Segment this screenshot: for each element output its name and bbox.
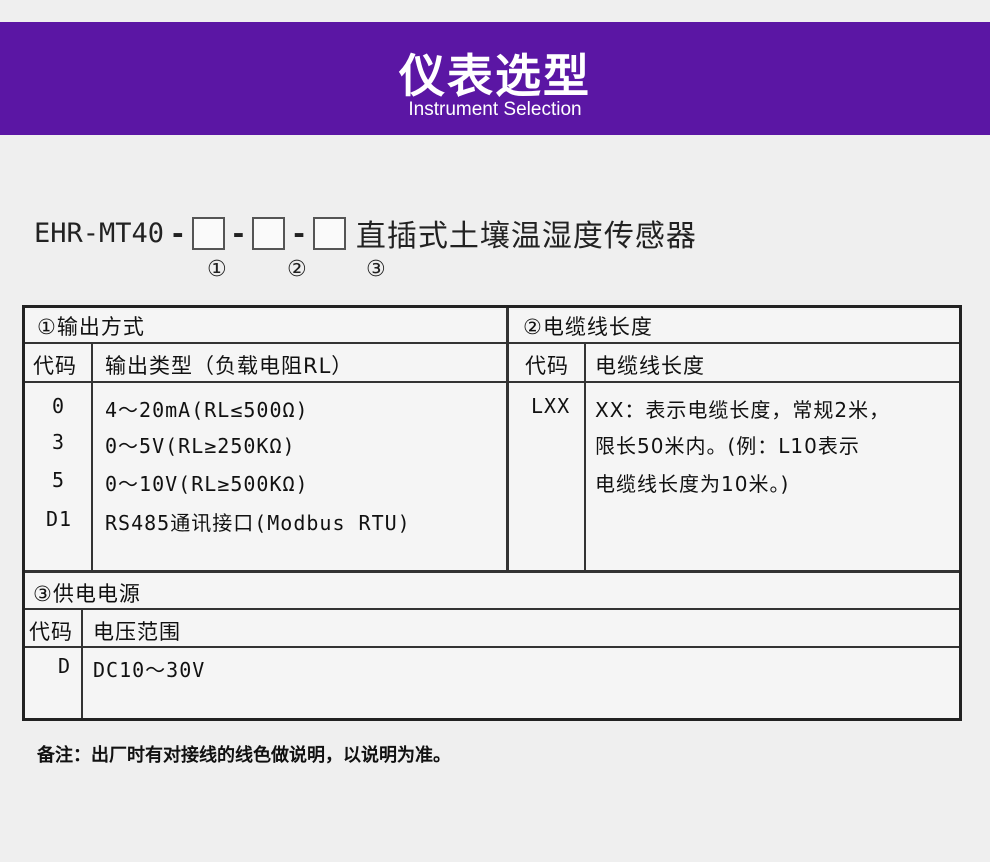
cable-row-line: 限长50米内。(例：L10表示 [595, 434, 860, 458]
separator: - [293, 216, 305, 250]
output-row-value: 0～5V(RL≥250KΩ) [105, 434, 296, 458]
power-col-code: 代码 [29, 620, 73, 644]
power-section-title: ③供电电源 [33, 582, 141, 606]
option-box-3 [312, 216, 346, 250]
cable-section-title: ②电缆线长度 [523, 315, 653, 339]
cable-row-line: 电缆线长度为10米。) [595, 472, 790, 496]
output-row-value: 0～10V(RL≥500KΩ) [105, 472, 309, 496]
separator: - [232, 216, 245, 250]
marker-3: ③ [366, 257, 386, 282]
page-subtitle: Instrument Selection [408, 99, 582, 120]
output-row-value: RS485通讯接口(Modbus RTU) [105, 511, 411, 535]
page-title: 仪表选型 [399, 49, 591, 103]
marker-2: ② [287, 257, 307, 282]
power-row-code: D [58, 654, 72, 678]
output-row-code: 5 [52, 468, 66, 492]
cable-col-length: 电缆线长度 [595, 354, 705, 378]
footnote: 备注：出厂时有对接线的线色做说明，以说明为准。 [37, 745, 451, 766]
model-code: EHR-MT40 [34, 217, 165, 249]
output-row-code: D1 [46, 507, 73, 531]
output-col-code: 代码 [33, 354, 77, 378]
power-col-range: 电压范围 [93, 620, 181, 644]
cable-row-line: XX：表示电缆长度，常规2米， [595, 398, 891, 422]
model-description: 直插式土壤温湿度传感器 [355, 219, 697, 254]
cable-row-code: LXX [531, 394, 571, 418]
output-row-code: 0 [52, 394, 66, 418]
power-row-value: DC10～30V [93, 658, 206, 682]
output-row-code: 3 [52, 430, 66, 454]
header-banner: 仪表选型 Instrument Selection [0, 22, 990, 135]
selection-table: ①输出方式 代码 输出类型（负载电阻RL） 0 4～20mA(RL≤500Ω) … [22, 305, 962, 721]
option-box-1 [191, 216, 225, 250]
option-box-2 [252, 216, 286, 250]
output-section-title: ①输出方式 [37, 315, 145, 339]
model-code-line: EHR-MT40 - - - 直插式土壤温湿度传感器 [34, 211, 697, 255]
output-col-type: 输出类型（负载电阻RL） [105, 354, 354, 378]
separator: - [172, 216, 184, 250]
marker-1: ① [207, 257, 227, 282]
output-row-value: 4～20mA(RL≤500Ω) [105, 398, 309, 422]
cable-col-code: 代码 [525, 354, 569, 378]
